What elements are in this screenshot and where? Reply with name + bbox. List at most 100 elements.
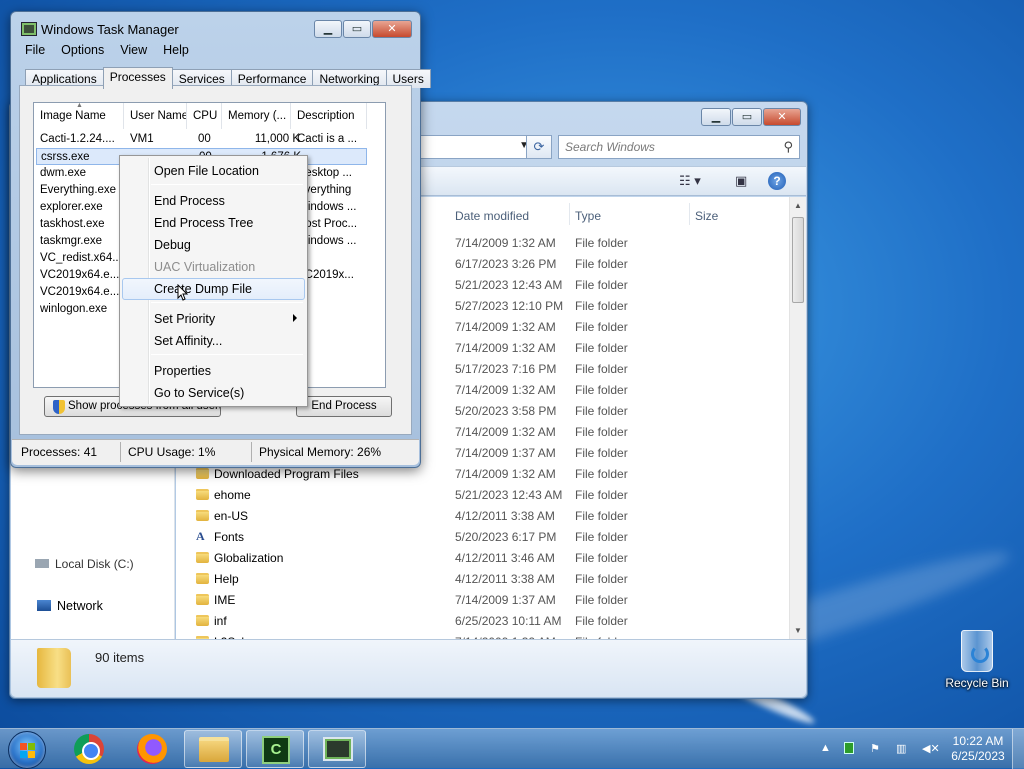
vertical-scrollbar[interactable]: ▲ ▼ [789,197,806,639]
sort-arrow-icon: ▲ [76,103,83,109]
file-row[interactable]: L2Schemas7/14/2009 1:32 AMFile folder [176,632,788,639]
menu-item-properties[interactable]: Properties [122,360,305,382]
show-hidden-icons-icon[interactable]: ▲ [820,742,831,754]
file-row[interactable]: A Fonts 5/20/2023 6:17 PM File folder [176,527,788,548]
search-icon[interactable]: ⚲ [783,139,793,155]
tab-processes[interactable]: Processes [102,67,173,89]
app-tray-icon[interactable] [844,742,854,754]
menu-item-uac-virtualization: UAC Virtualization [122,256,305,278]
file-row[interactable]: inf 6/25/2023 10:11 AM File folder [176,611,788,632]
volume-muted-icon[interactable]: ◀✕ [922,742,940,755]
menu-item-open-file-location[interactable]: Open File Location [122,160,305,182]
scroll-down-icon[interactable]: ▼ [794,626,802,635]
refresh-icon: ⟳ [533,139,545,154]
start-button[interactable] [8,731,46,769]
drive-icon [35,559,49,568]
details-pane: 90 items [11,639,806,697]
close-button[interactable]: ✕ [763,108,801,126]
scroll-up-icon[interactable]: ▲ [794,201,802,210]
maximize-button[interactable]: ▭ [343,20,371,38]
show-desktop-button[interactable] [1012,729,1024,769]
network-status-icon[interactable]: ▥ [896,742,906,755]
column-header-description[interactable]: Description [291,103,367,129]
maximize-button[interactable]: ▭ [732,108,762,126]
folder-icon [199,737,229,762]
minimize-button[interactable]: ▁ [701,108,731,126]
preview-pane-icon[interactable]: ▣ [735,173,747,189]
help-icon[interactable]: ? [768,172,786,190]
fonts-folder-icon: A [196,529,205,543]
menu-bar: File Options View Help [12,40,419,60]
file-name: Help [214,572,239,586]
end-process-button[interactable]: End Process [296,396,392,417]
scrollbar-thumb[interactable] [792,217,804,303]
file-date: 5/27/2023 12:10 PM [455,299,564,313]
menu-help[interactable]: Help [155,40,197,60]
file-row[interactable]: Globalization 4/12/2011 3:46 AM File folde… [176,548,788,569]
file-name: Globalization [214,551,284,565]
file-row[interactable]: ehome 5/21/2023 12:43 AM File folder [176,485,788,506]
nav-item-network[interactable]: Network [37,599,103,613]
window-title: Windows Task Manager [41,22,179,37]
nav-item-local-disk[interactable]: Local Disk (C:) [35,557,134,571]
file-type: File folder [575,425,628,439]
column-separator[interactable] [569,203,570,225]
taskbar-explorer[interactable] [184,730,242,768]
close-button[interactable]: ✕ [372,20,412,38]
clock-date: 6/25/2023 [951,749,1005,763]
file-row[interactable]: en-US 4/12/2011 3:38 AM File folder [176,506,788,527]
column-header-cpu[interactable]: CPU [187,103,222,129]
menu-view[interactable]: View [112,40,155,60]
file-name: en-US [214,509,249,523]
address-bar[interactable]: ▼ [414,135,534,159]
process-row[interactable]: Cacti-1.2.24.... VM1 00 11,000 K Cacti is a … [36,131,367,148]
process-name: taskmgr.exe [40,235,102,247]
column-label: CPU [193,110,218,122]
menu-item-end-process-tree[interactable]: End Process Tree [122,212,305,234]
file-type: File folder [575,236,628,250]
taskbar-task-manager[interactable] [308,730,366,768]
menu-item-end-process[interactable]: End Process [122,190,305,212]
menu-file[interactable]: File [12,40,53,60]
taskbar-cacti[interactable]: C [246,730,304,768]
clock-time: 10:22 AM [952,734,1004,748]
column-header-user-name[interactable]: User Name [124,103,187,129]
column-header-size[interactable]: Size [695,209,718,223]
menu-options[interactable]: Options [53,40,112,60]
menu-separator [151,184,303,185]
action-center-icon[interactable]: ⚑ [870,742,880,755]
menu-separator [151,354,303,355]
file-name: ehome [214,488,251,502]
menu-item-label: UAC Virtualization [154,260,256,274]
file-row[interactable]: Help 4/12/2011 3:38 AM File folder [176,569,788,590]
menu-item-go-to-service-s[interactable]: Go to Service(s) [122,382,305,404]
tab-strip: Applications Processes Services Performance… [25,67,431,89]
column-header-image-name[interactable]: Image Name ▲ [34,103,124,129]
menu-item-label: Set Priority [154,312,216,326]
folder-icon [196,615,209,626]
column-header-memory[interactable]: Memory (... [222,103,291,129]
recycle-bin[interactable]: Recycle Bin [942,630,1012,690]
clock[interactable]: 10:22 AM 6/25/2023 [947,734,1009,764]
file-type: File folder [575,530,628,544]
menu-item-label: End Process Tree [154,216,254,230]
column-label: User Name [130,110,187,122]
cacti-icon: C [262,736,290,764]
file-date: 7/14/2009 1:37 AM [455,593,556,607]
taskbar-chrome[interactable] [60,730,118,768]
menu-item-debug[interactable]: Debug [122,234,305,256]
column-header-date[interactable]: Date modified [455,209,529,223]
search-placeholder: Search Windows [565,140,655,154]
menu-item-set-priority[interactable]: Set Priority [122,308,305,330]
refresh-button[interactable]: ⟳ [526,135,552,159]
minimize-button[interactable]: ▁ [314,20,342,38]
taskbar-firefox[interactable] [122,730,180,768]
menu-item-set-affinity[interactable]: Set Affinity... [122,330,305,352]
column-header-type[interactable]: Type [575,209,601,223]
file-type: File folder [575,362,628,376]
view-options-icon[interactable]: ☷ ▾ [679,173,701,189]
menu-item-create-dump-file[interactable]: Create Dump File [122,278,305,300]
column-separator[interactable] [689,203,690,225]
file-row[interactable]: IME 7/14/2009 1:37 AM File folder [176,590,788,611]
search-input[interactable]: Search Windows ⚲ [558,135,800,159]
